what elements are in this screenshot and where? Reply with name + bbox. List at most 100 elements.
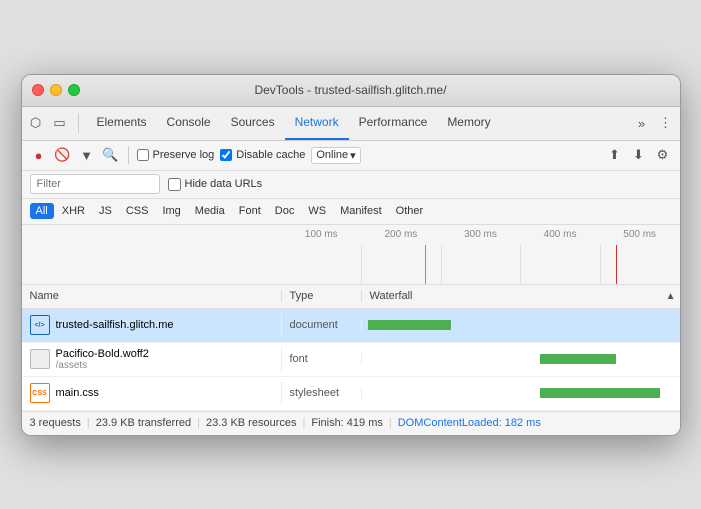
row-subpath-2: /assets	[56, 360, 273, 371]
grid-line-1	[361, 245, 362, 284]
resource-tab-ws[interactable]: WS	[302, 203, 332, 219]
hide-urls-input[interactable]	[168, 178, 181, 191]
online-dropdown[interactable]: Online ▾	[311, 147, 360, 164]
timeline-labels: 100 ms 200 ms 300 ms 400 ms 500 ms	[282, 225, 680, 245]
nav-more: » ⋮	[632, 113, 676, 133]
row-name-2: Pacifico-Bold.woff2 /assets	[22, 346, 282, 373]
label-300ms: 300 ms	[441, 229, 521, 245]
row-icon-1: </>	[30, 315, 50, 335]
row-type-1: document	[282, 319, 362, 331]
label-500ms: 500 ms	[600, 229, 680, 245]
tab-network[interactable]: Network	[285, 106, 349, 140]
row-name-1: </> trusted-sailfish.glitch.me	[22, 313, 282, 337]
table-row[interactable]: CSS main.css stylesheet	[22, 377, 680, 411]
nav-icons: ⬡ ▭	[26, 113, 79, 133]
disable-cache-input[interactable]	[220, 149, 232, 161]
traffic-lights	[32, 84, 80, 96]
status-domcontent[interactable]: DOMContentLoaded: 182 ms	[398, 417, 541, 429]
label-100ms: 100 ms	[282, 229, 362, 245]
status-bar: 3 requests | 23.9 KB transferred | 23.3 …	[22, 411, 680, 435]
download-icon[interactable]: ⬇	[630, 146, 648, 164]
record-button[interactable]: ●	[30, 146, 48, 164]
status-transferred: 23.9 KB transferred	[96, 417, 191, 429]
waterfall-timeline-header: 100 ms 200 ms 300 ms 400 ms 500 ms	[22, 225, 680, 285]
header-waterfall-label: Waterfall	[370, 290, 413, 302]
row-icon-2	[30, 349, 50, 369]
upload-icon[interactable]: ⬆	[606, 146, 624, 164]
toolbar-right: ⬆ ⬇ ⚙	[606, 146, 672, 164]
resource-tab-img[interactable]: Img	[156, 203, 186, 219]
hide-urls-label: Hide data URLs	[185, 178, 263, 190]
row-filename-1: trusted-sailfish.glitch.me	[56, 319, 174, 331]
grid-line-2	[441, 245, 442, 284]
tab-console[interactable]: Console	[157, 106, 221, 140]
nav-tabs: ⬡ ▭ Elements Console Sources Network Per…	[22, 107, 680, 141]
maximize-button[interactable]	[68, 84, 80, 96]
disable-cache-checkbox[interactable]: Disable cache	[220, 149, 305, 161]
waterfall-bar-2	[540, 354, 616, 364]
title-bar: DevTools - trusted-sailfish.glitch.me/	[22, 75, 680, 107]
preserve-log-input[interactable]	[137, 149, 149, 161]
header-type[interactable]: Type	[282, 290, 362, 302]
row-name-text-1: trusted-sailfish.glitch.me	[56, 319, 273, 331]
tab-performance[interactable]: Performance	[349, 106, 438, 140]
tab-elements[interactable]: Elements	[87, 106, 157, 140]
grid-line-4	[600, 245, 601, 284]
filter-bar: Hide data URLs	[22, 171, 680, 199]
cursor-icon[interactable]: ⬡	[26, 113, 46, 133]
close-button[interactable]	[32, 84, 44, 96]
table-row[interactable]: </> trusted-sailfish.glitch.me document	[22, 309, 680, 343]
toolbar-separator-1	[128, 146, 129, 164]
devtools-panel: ⬡ ▭ Elements Console Sources Network Per…	[22, 107, 680, 435]
tab-memory[interactable]: Memory	[437, 106, 500, 140]
load-event-line	[616, 245, 617, 284]
preserve-log-checkbox[interactable]: Preserve log	[137, 149, 215, 161]
row-filename-2: Pacifico-Bold.woff2	[56, 348, 149, 360]
resource-tab-manifest[interactable]: Manifest	[334, 203, 388, 219]
resource-tab-css[interactable]: CSS	[120, 203, 155, 219]
row-waterfall-1	[362, 309, 680, 342]
dropdown-arrow: ▾	[350, 149, 356, 162]
row-type-2: font	[282, 353, 362, 365]
table-row[interactable]: Pacifico-Bold.woff2 /assets font	[22, 343, 680, 377]
row-name-text-2: Pacifico-Bold.woff2 /assets	[56, 348, 273, 371]
header-type-label: Type	[290, 290, 314, 302]
clear-button[interactable]: 🚫	[54, 146, 72, 164]
resource-tab-all[interactable]: All	[30, 203, 54, 219]
online-label: Online	[316, 149, 348, 161]
search-icon[interactable]: 🔍	[102, 146, 120, 164]
timeline-area: 100 ms 200 ms 300 ms 400 ms 500 ms	[282, 225, 680, 284]
devtools-menu-button[interactable]: ⋮	[656, 113, 676, 133]
resource-tab-font[interactable]: Font	[233, 203, 267, 219]
device-icon[interactable]: ▭	[50, 113, 70, 133]
more-tabs-button[interactable]: »	[632, 113, 652, 133]
hide-urls-checkbox[interactable]: Hide data URLs	[168, 178, 263, 191]
header-name[interactable]: Name	[22, 290, 282, 302]
header-waterfall[interactable]: Waterfall ▲	[362, 290, 680, 302]
label-200ms: 200 ms	[361, 229, 441, 245]
table-body: </> trusted-sailfish.glitch.me document …	[22, 309, 680, 411]
window-title: DevTools - trusted-sailfish.glitch.me/	[254, 83, 446, 97]
row-waterfall-3	[362, 377, 680, 410]
resource-tab-js[interactable]: JS	[93, 203, 118, 219]
sort-arrow-icon: ▲	[666, 291, 676, 302]
dom-content-loaded-line	[425, 245, 426, 284]
tab-sources[interactable]: Sources	[221, 106, 285, 140]
resource-tab-other[interactable]: Other	[390, 203, 430, 219]
header-name-label: Name	[30, 290, 59, 302]
resource-tab-xhr[interactable]: XHR	[56, 203, 91, 219]
minimize-button[interactable]	[50, 84, 62, 96]
status-sep-3: |	[302, 417, 305, 429]
toolbar: ● 🚫 ▼ 🔍 Preserve log Disable cache Onlin…	[22, 141, 680, 171]
status-finish: Finish: 419 ms	[311, 417, 383, 429]
resource-type-tabs: All XHR JS CSS Img Media Font Doc WS Man…	[22, 199, 680, 225]
waterfall-bar-3	[540, 388, 661, 398]
table-header: Name Type Waterfall ▲	[22, 285, 680, 309]
row-icon-3: CSS	[30, 383, 50, 403]
timeline-grid	[282, 245, 680, 284]
settings-icon[interactable]: ⚙	[654, 146, 672, 164]
resource-tab-doc[interactable]: Doc	[269, 203, 301, 219]
filter-input[interactable]	[30, 174, 160, 194]
resource-tab-media[interactable]: Media	[189, 203, 231, 219]
filter-icon[interactable]: ▼	[78, 146, 96, 164]
